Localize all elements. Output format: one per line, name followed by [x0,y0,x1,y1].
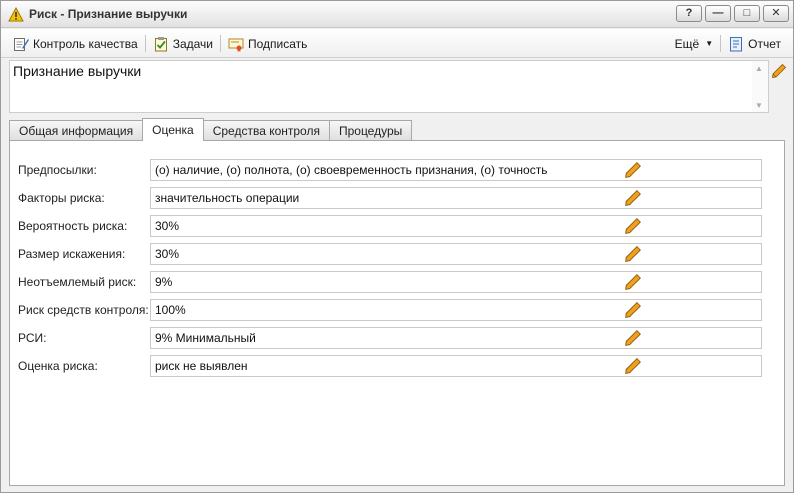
help-button[interactable]: ? [676,5,702,22]
chevron-up-icon[interactable]: ▲ [755,64,763,73]
quality-control-button[interactable]: Контроль качества [9,33,142,54]
quality-control-label: Контроль качества [33,36,138,51]
name-scrollbar[interactable]: ▲ ▼ [752,61,768,112]
pencil-icon[interactable] [624,245,642,263]
field-label: Размер искажения: [18,247,126,261]
window-controls: ? — □ ✕ [676,5,789,22]
field-label: РСИ: [18,331,47,345]
tasks-button[interactable]: Задачи [149,33,217,54]
field-value-box[interactable]: 9% Минимальный [150,327,762,349]
maximize-button[interactable]: □ [734,5,760,22]
field-label: Вероятность риска: [18,219,128,233]
field-value-box[interactable]: 9% [150,271,762,293]
field-row-inherent-risk: Неотъемлемый риск: 9% [18,271,782,293]
field-label: Факторы риска: [18,191,105,205]
sign-label: Подписать [248,36,308,51]
sign-icon [228,38,244,52]
pencil-icon[interactable] [624,329,642,347]
tab-procedures[interactable]: Процедуры [328,120,413,141]
field-label: Оценка риска: [18,359,98,373]
close-button[interactable]: ✕ [763,5,789,22]
field-value: риск не выявлен [155,359,248,373]
chevron-down-icon: ▼ [705,39,714,48]
toolbar-left: Контроль качества Задачи Подписать [9,33,311,54]
tab-assessment[interactable]: Оценка [142,118,204,141]
risk-window: Риск - Признание выручки ? — □ ✕ Контрол… [0,0,794,493]
title-bar[interactable]: Риск - Признание выручки ? — □ ✕ [1,1,793,28]
toolbar: Контроль качества Задачи Подписать Ещё ▼… [1,29,793,58]
field-value-box[interactable]: риск не выявлен [150,355,762,377]
field-row-rmm: РСИ: 9% Минимальный [18,327,782,349]
tab-general-info[interactable]: Общая информация [9,120,144,141]
field-value: 30% [155,219,180,233]
field-row-risk-factors: Факторы риска: значительность операции [18,187,782,209]
field-label: Риск средств контроля: [18,303,149,317]
field-row-control-risk: Риск средств контроля: 100% [18,299,782,321]
tasks-icon [154,36,167,51]
field-value-box[interactable]: 30% [150,243,762,265]
risk-name: Признание выручки [13,63,142,79]
chevron-down-icon[interactable]: ▼ [755,101,763,110]
tab-strip: Общая информация Оценка Средства контрол… [9,118,413,141]
more-label: Ещё [674,36,700,51]
field-value: 100% [155,303,186,317]
quality-control-icon [14,37,29,51]
field-value-box[interactable]: (о) наличие, (о) полнота, (о) своевремен… [150,159,762,181]
field-row-risk-probability: Вероятность риска: 30% [18,215,782,237]
pencil-icon[interactable] [624,217,642,235]
field-value: (о) наличие, (о) полнота, (о) своевремен… [155,163,548,177]
toolbar-right: Ещё ▼ Отчет [671,33,785,54]
field-value-box[interactable]: 100% [150,299,762,321]
sign-button[interactable]: Подписать [224,33,311,54]
field-label: Предпосылки: [18,163,97,177]
field-row-risk-assessment: Оценка риска: риск не выявлен [18,355,782,377]
toolbar-separator [220,35,222,52]
tasks-label: Задачи [172,36,214,51]
pencil-icon[interactable] [624,357,642,375]
field-value: 9% Минимальный [155,331,256,345]
report-label: Отчет [748,36,781,51]
window-title: Риск - Признание выручки [29,7,188,21]
field-value: 30% [155,247,180,261]
field-row-prerequisites: Предпосылки: (о) наличие, (о) полнота, (… [18,159,782,181]
field-value: 9% [155,275,173,289]
field-value: значительность операции [155,191,300,205]
field-value-box[interactable]: значительность операции [150,187,762,209]
field-value-box[interactable]: 30% [150,215,762,237]
field-label: Неотъемлемый риск: [18,275,137,289]
pencil-icon[interactable] [624,301,642,319]
warning-icon [8,7,24,22]
toolbar-separator [144,35,146,52]
report-icon [730,36,743,51]
tab-controls[interactable]: Средства контроля [202,120,330,141]
minimize-button[interactable]: — [705,5,731,22]
more-menu-button[interactable]: Ещё ▼ [671,33,717,54]
pencil-icon[interactable] [624,161,642,179]
toolbar-separator [720,35,722,52]
pencil-icon[interactable] [771,63,787,79]
pencil-icon[interactable] [624,273,642,291]
pencil-icon[interactable] [624,189,642,207]
assessment-panel: Предпосылки: (о) наличие, (о) полнота, (… [9,140,785,486]
risk-name-field[interactable]: Признание выручки ▲ ▼ [9,60,769,113]
field-row-misstatement-size: Размер искажения: 30% [18,243,782,265]
report-button[interactable]: Отчет [724,33,785,54]
